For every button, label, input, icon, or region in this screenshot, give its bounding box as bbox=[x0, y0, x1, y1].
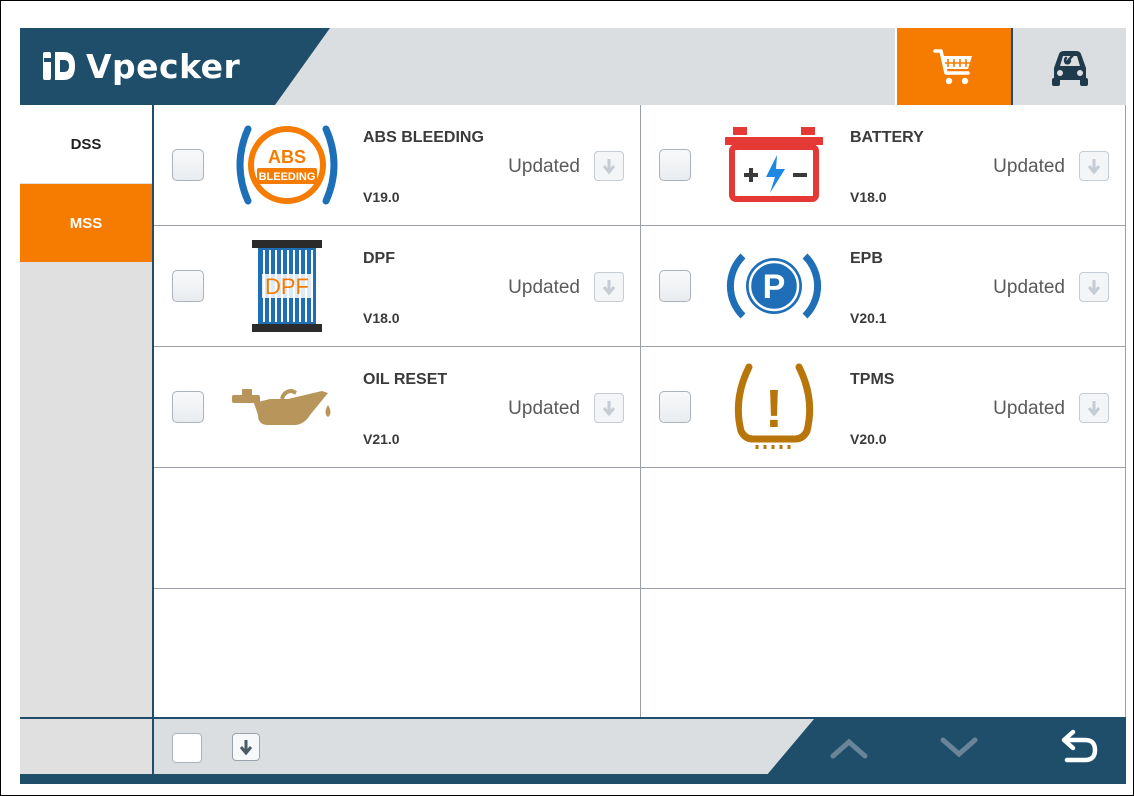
function-version: V19.0 bbox=[363, 189, 400, 205]
sidebar-item-label: DSS bbox=[70, 135, 102, 153]
store-cart-button[interactable] bbox=[895, 28, 1011, 105]
tpms-icon-text: ! bbox=[765, 379, 783, 439]
abs-bleeding-icon: ABS BLEEDING bbox=[224, 117, 350, 213]
epb-icon-text: P bbox=[763, 268, 786, 306]
sidebar-item-mss[interactable]: MSS bbox=[20, 184, 152, 262]
function-name: ABS BLEEDING bbox=[363, 129, 484, 146]
update-status: Updated bbox=[508, 398, 580, 419]
function-grid: ABS BLEEDING ABS BLEEDING V19.0 Updated bbox=[154, 105, 1126, 717]
empty-tile bbox=[154, 468, 641, 589]
header-bar: Vpecker bbox=[20, 28, 1126, 105]
sidebar-item-label: MSS bbox=[69, 214, 103, 232]
cart-icon bbox=[933, 48, 972, 84]
function-name: BATTERY bbox=[850, 129, 924, 146]
tpms-warning-icon: ! bbox=[711, 359, 837, 455]
download-icon bbox=[239, 740, 253, 756]
download-arrow-icon bbox=[602, 159, 616, 175]
footer-bar bbox=[154, 717, 1126, 776]
function-tile-abs-bleeding[interactable]: ABS BLEEDING ABS BLEEDING V19.0 Updated bbox=[154, 105, 641, 226]
logo-text: Vpecker bbox=[86, 46, 241, 86]
function-version: V18.0 bbox=[850, 189, 887, 205]
select-checkbox[interactable] bbox=[659, 149, 691, 181]
footer-left-panel bbox=[20, 717, 154, 774]
function-tile-epb[interactable]: P EPB V20.1 Updated bbox=[641, 226, 1126, 347]
function-tile-battery[interactable]: BATTERY V18.0 Updated bbox=[641, 105, 1126, 226]
bleeding-icon-text: BLEEDING bbox=[259, 171, 316, 183]
epb-parking-brake-icon: P bbox=[711, 238, 837, 334]
dpf-icon: DPF bbox=[224, 238, 350, 334]
download-arrow-icon bbox=[1087, 401, 1101, 417]
update-status: Updated bbox=[508, 156, 580, 177]
select-checkbox[interactable] bbox=[659, 391, 691, 423]
sidebar-item-dss[interactable]: DSS bbox=[20, 105, 152, 183]
car-service-button[interactable] bbox=[1011, 28, 1126, 105]
function-name: OIL RESET bbox=[363, 371, 448, 388]
download-button[interactable] bbox=[594, 151, 624, 181]
download-button[interactable] bbox=[594, 272, 624, 302]
download-button[interactable] bbox=[594, 393, 624, 423]
select-checkbox[interactable] bbox=[172, 270, 204, 302]
battery-icon bbox=[711, 117, 837, 213]
chevron-down-icon bbox=[940, 737, 978, 758]
function-version: V20.0 bbox=[850, 431, 887, 447]
update-status: Updated bbox=[993, 277, 1065, 298]
download-button[interactable] bbox=[1079, 393, 1109, 423]
function-version: V20.1 bbox=[850, 310, 887, 326]
download-button[interactable] bbox=[1079, 151, 1109, 181]
function-name: DPF bbox=[363, 250, 395, 267]
function-tile-oil-reset[interactable]: OIL RESET V21.0 Updated bbox=[154, 347, 641, 468]
function-version: V18.0 bbox=[363, 310, 400, 326]
update-status: Updated bbox=[993, 156, 1065, 177]
back-icon bbox=[1061, 729, 1098, 763]
download-arrow-icon bbox=[602, 401, 616, 417]
function-tile-dpf[interactable]: DPF DPF V18.0 Updated bbox=[154, 226, 641, 347]
download-arrow-icon bbox=[1087, 159, 1101, 175]
screen-frame: Vpecker DSS MSS ABS BLEEDING ABS BLEEDIN… bbox=[0, 0, 1134, 796]
select-all-checkbox[interactable] bbox=[172, 733, 202, 763]
scroll-down-button[interactable] bbox=[934, 725, 984, 771]
car-service-icon bbox=[1051, 50, 1088, 86]
function-version: V21.0 bbox=[363, 431, 400, 447]
empty-tile bbox=[154, 589, 641, 717]
oil-can-icon bbox=[224, 359, 350, 455]
empty-tile bbox=[641, 589, 1126, 717]
back-button[interactable] bbox=[1054, 725, 1104, 771]
download-selected-button[interactable] bbox=[232, 733, 260, 761]
vpecker-logo-icon bbox=[43, 52, 75, 80]
logo: Vpecker bbox=[42, 44, 240, 88]
select-checkbox[interactable] bbox=[172, 391, 204, 423]
sidebar: DSS MSS bbox=[20, 105, 154, 717]
empty-tile bbox=[641, 468, 1126, 589]
update-status: Updated bbox=[993, 398, 1065, 419]
download-arrow-icon bbox=[1087, 280, 1101, 296]
chevron-up-icon bbox=[830, 738, 868, 759]
abs-icon-text: ABS bbox=[268, 147, 306, 167]
app-window: Vpecker DSS MSS ABS BLEEDING ABS BLEEDIN… bbox=[20, 28, 1126, 784]
function-name: EPB bbox=[850, 250, 883, 267]
function-name: TPMS bbox=[850, 371, 895, 388]
scroll-up-button[interactable] bbox=[824, 725, 874, 771]
dpf-icon-text: DPF bbox=[265, 274, 309, 299]
bottom-edge-bar bbox=[20, 774, 1126, 784]
select-checkbox[interactable] bbox=[172, 149, 204, 181]
download-arrow-icon bbox=[602, 280, 616, 296]
select-checkbox[interactable] bbox=[659, 270, 691, 302]
update-status: Updated bbox=[508, 277, 580, 298]
download-button[interactable] bbox=[1079, 272, 1109, 302]
function-tile-tpms[interactable]: ! TPMS V20.0 Updated bbox=[641, 347, 1126, 468]
